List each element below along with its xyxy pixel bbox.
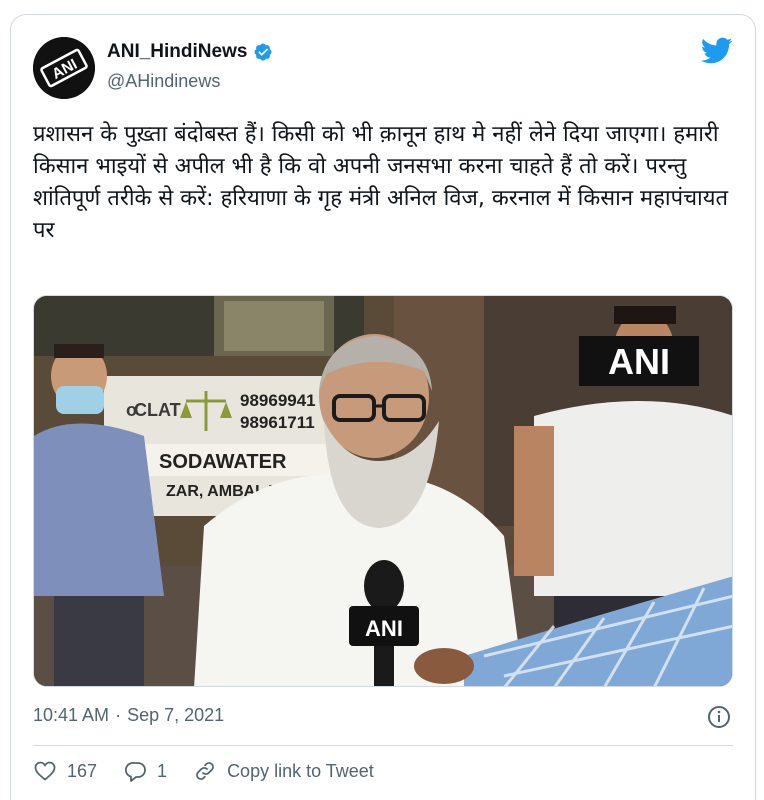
sign-phone-2: 98961711 xyxy=(240,413,315,432)
ani-watermark: ANI xyxy=(608,341,670,382)
sign-clat: CLAT xyxy=(134,400,181,420)
author-name-row: ANI_HindiNews xyxy=(107,41,273,63)
tweet-actions: 167 1 Copy link to Tweet xyxy=(33,759,400,783)
media-photo: o CLAT 98969941 98961711 SODAWATER ZAR, … xyxy=(34,296,732,686)
sign-phone-1: 98969941 xyxy=(240,391,316,410)
ani-logo: ANI xyxy=(33,37,95,99)
tweet-timestamp[interactable]: 10:41 AM · Sep 7, 2021 xyxy=(33,705,224,726)
reply-bubble-icon xyxy=(125,762,146,782)
sign-sodawater: SODAWATER xyxy=(159,451,287,473)
author-handle[interactable]: @AHindinews xyxy=(107,71,220,92)
timestamp-separator: · xyxy=(115,705,122,725)
tweet-text: प्रशासन के पुख़्ता बंदोबस्त हैं। किसी को… xyxy=(33,122,729,243)
heart-icon xyxy=(34,761,56,781)
link-icon xyxy=(196,762,214,780)
tweet-date: Sep 7, 2021 xyxy=(127,705,225,725)
author-avatar[interactable]: ANI xyxy=(33,37,95,99)
reply-button[interactable]: 1 xyxy=(123,759,167,783)
mic-ani-label: ANI xyxy=(365,616,403,641)
info-icon[interactable] xyxy=(707,705,731,729)
twitter-bird-icon[interactable] xyxy=(701,37,733,65)
like-count: 167 xyxy=(67,760,98,781)
tweet-media-image[interactable]: o CLAT 98969941 98961711 SODAWATER ZAR, … xyxy=(33,295,733,687)
author-display-name[interactable]: ANI_HindiNews xyxy=(107,41,247,63)
tweet-time: 10:41 AM xyxy=(33,705,110,725)
like-button[interactable]: 167 xyxy=(33,759,97,783)
copy-link-label: Copy link to Tweet xyxy=(227,760,374,781)
copy-link-button[interactable]: Copy link to Tweet xyxy=(193,759,374,783)
verified-badge-icon xyxy=(254,43,272,61)
divider xyxy=(33,745,733,746)
reply-count: 1 xyxy=(157,760,168,781)
tweet-card: ANI ANI_HindiNews @AHindinews प्रशासन के… xyxy=(10,14,756,800)
